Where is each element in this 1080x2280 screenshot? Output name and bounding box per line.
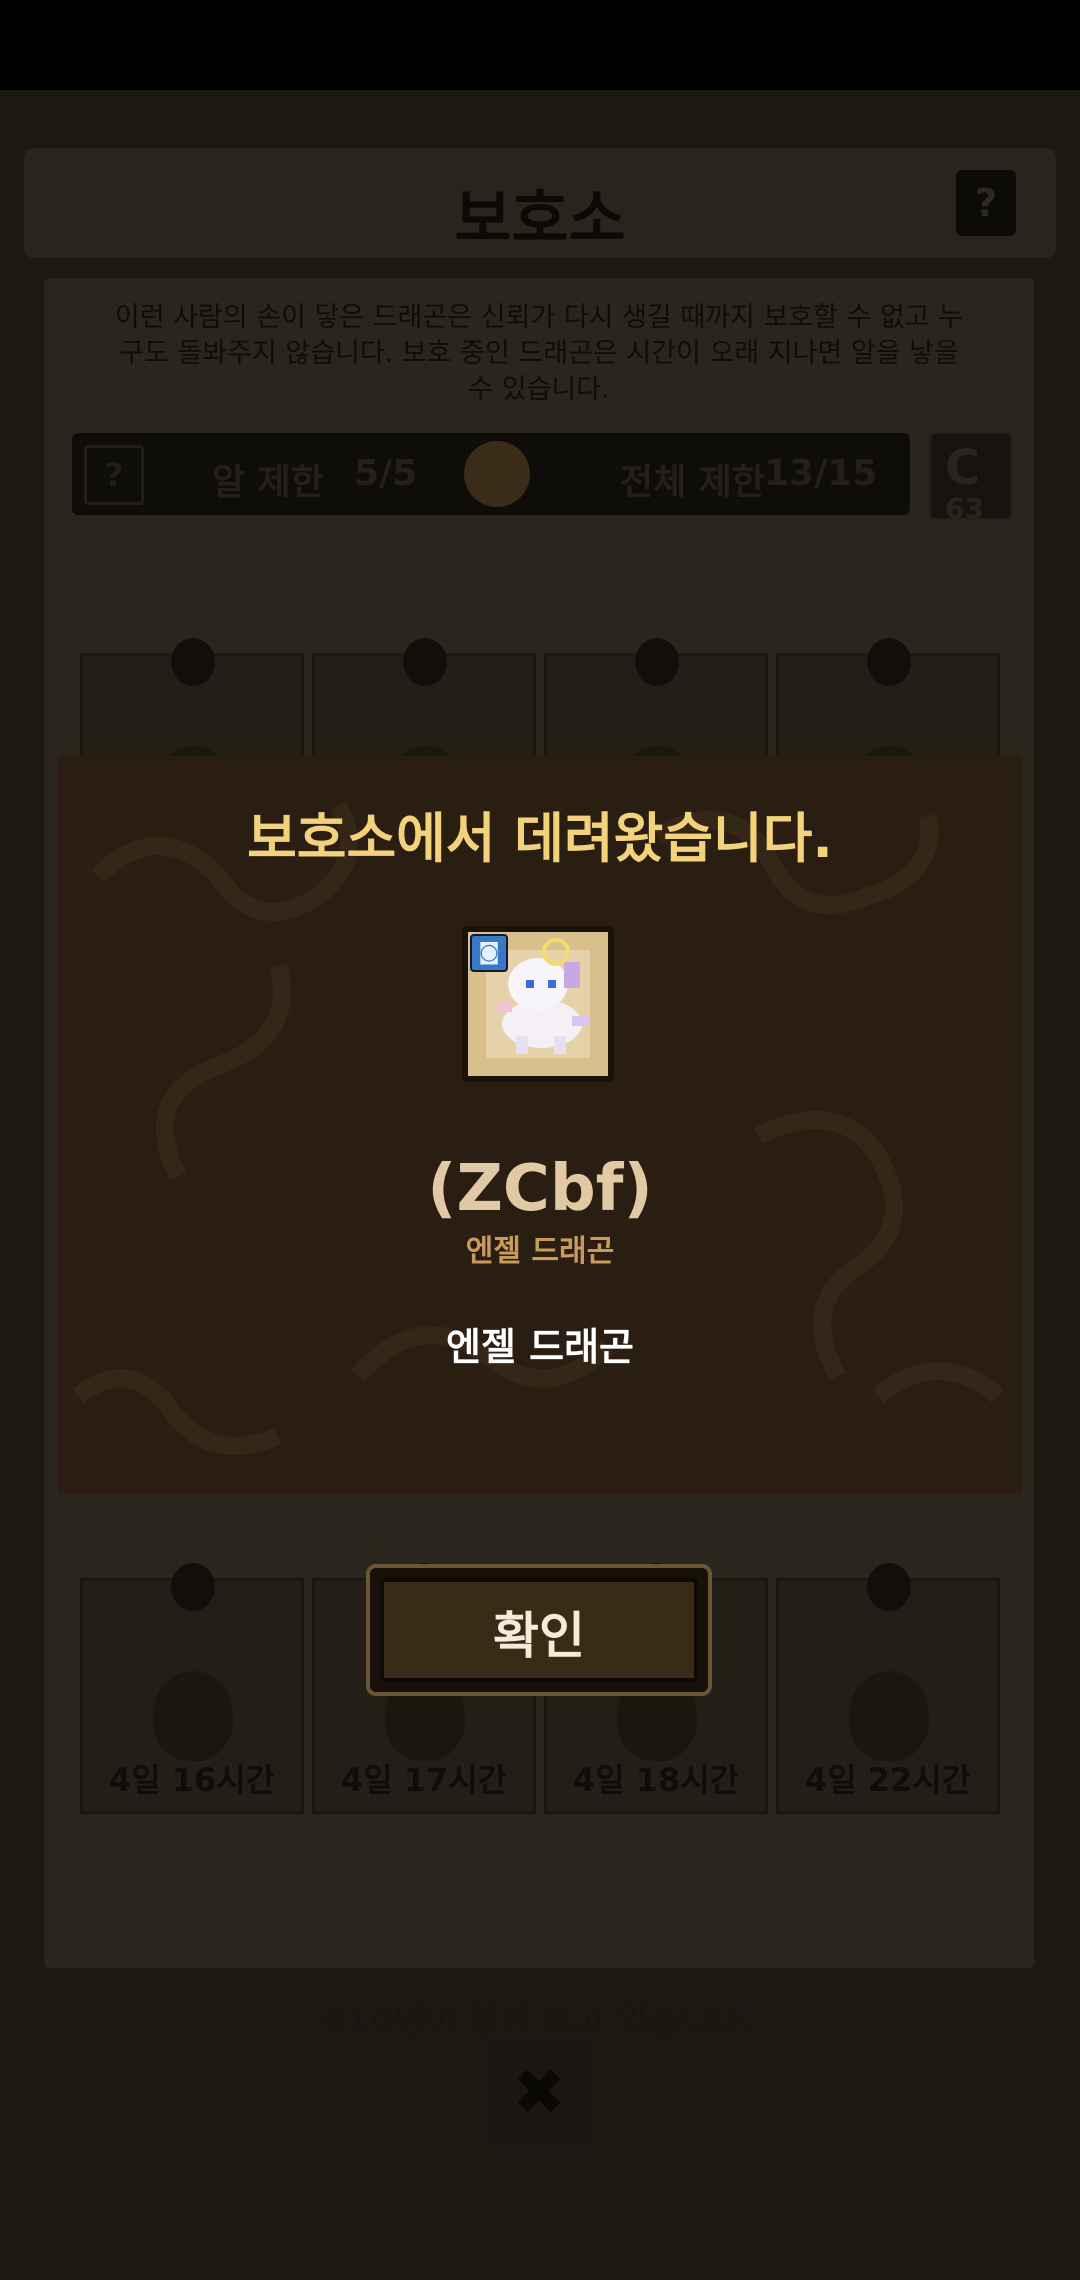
egg-limit-label: 알 제한 [212,462,324,503]
dragon-description: 엔젤 드래곤 [445,1325,635,1369]
dialog-title: 보호소에서 데려왔습니다. [247,807,833,870]
shelter-slot[interactable]: 4일 16시간 [80,1563,304,1814]
confirm-button[interactable]: 확인 [366,1564,712,1696]
pin-icon [171,1563,215,1611]
pin-icon [403,638,447,686]
total-limit-value: 13/15 [764,453,878,494]
adoption-result-dialog: 보호소에서 데려왔습니다. ◙ (ZCbf) 엔젤 드래곤 엔젤 드래곤 [58,756,1022,1494]
dragon-face-icon [464,441,530,507]
confirm-label: 확인 [493,1607,585,1665]
pin-icon [171,638,215,686]
slot-timer: 4일 16시간 [108,1761,276,1799]
dragon-species: 엔젤 드래곤 [465,1234,615,1269]
help-button[interactable]: ? [956,170,1016,236]
limit-bar: ? 알 제한 5/5 전체 제한 13/15 [72,433,910,515]
total-limit-label: 전체 제한 [620,462,766,503]
close-button[interactable]: ✖ [486,2040,592,2146]
slot-timer: 4일 18시간 [572,1761,740,1799]
camera-icon: ◙ [470,934,508,972]
egg-icon [153,1671,233,1761]
pin-icon [635,638,679,686]
page-title: 보호소 [454,182,626,255]
slot-timer: 4일 17시간 [340,1761,508,1799]
refresh-button[interactable]: C 63 [928,431,1014,525]
shelter-slot[interactable]: 4일 22시간 [776,1563,1000,1814]
bottom-nav: ✖ [0,2000,1080,2280]
limit-help-button[interactable]: ? [84,445,144,505]
slot-timer: 4일 22시간 [804,1761,972,1799]
egg-icon [849,1671,929,1761]
refresh-icon: C [945,440,981,496]
pin-icon [867,1563,911,1611]
status-bar [0,0,1080,90]
dragon-card: ◙ [462,926,614,1082]
dragon-name: (ZCbf) [427,1152,653,1226]
header: 보호소 ? [24,148,1056,258]
refresh-count: 63 [945,492,984,525]
pin-icon [867,638,911,686]
shelter-description: 이런 사람의 손이 닿은 드래곤은 신뢰가 다시 생길 때까지 보호할 수 없고… [114,302,964,405]
egg-limit-value: 5/5 [354,453,418,494]
